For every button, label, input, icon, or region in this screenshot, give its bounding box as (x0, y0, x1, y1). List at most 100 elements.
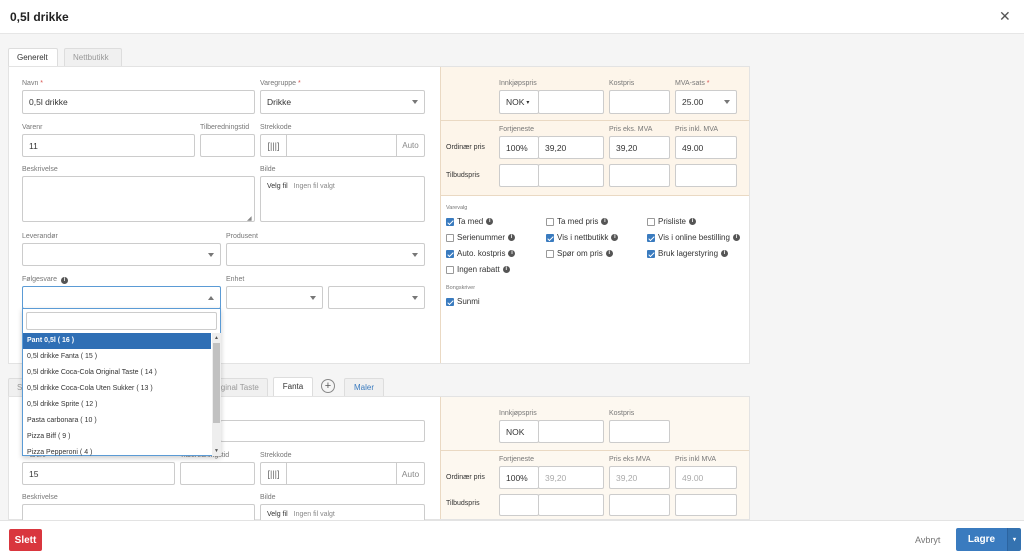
tab-variant-fanta[interactable]: Fanta (273, 377, 313, 397)
velg-fil-button[interactable]: Velg fil (267, 183, 288, 190)
dropdown-search-input[interactable] (26, 312, 217, 330)
save-button[interactable]: Lagre (956, 528, 1007, 551)
checkbox-icon[interactable] (446, 217, 454, 226)
barcode-icon[interactable]: [|||] (261, 463, 287, 484)
checkbox-icon[interactable] (446, 297, 454, 306)
dropdown-option[interactable]: Pizza Pepperoni ( 4 ) (23, 445, 211, 456)
tab-nettbutikk[interactable]: Nettbutikk (64, 48, 122, 66)
innkjopspris-input[interactable] (538, 90, 604, 114)
checkbox-ta-med-pris[interactable]: Ta med pris i (546, 217, 609, 226)
kostpris-input[interactable] (609, 90, 670, 114)
checkbox-bruk-lagerstyring[interactable]: Bruk lagerstyring i (647, 249, 729, 258)
variant-tilb-input[interactable] (180, 462, 255, 485)
checkbox-icon[interactable] (546, 233, 554, 242)
auto-button[interactable]: Auto (396, 135, 424, 156)
dropdown-option[interactable]: Pant 0,5l ( 16 ) (23, 333, 211, 349)
info-icon[interactable]: i (732, 234, 740, 241)
dropdown-option[interactable]: 0,5l drikke Coca-Cola Uten Sukker ( 13 ) (23, 381, 211, 397)
bilde-file-input[interactable]: Velg fil Ingen fil valgt (260, 176, 425, 222)
barcode-icon[interactable]: [|||] (261, 135, 287, 156)
variant-tilbud-1[interactable] (499, 494, 539, 516)
beskrivelse-textarea[interactable] (22, 176, 255, 222)
navn-input[interactable]: 0,5l drikke (22, 90, 255, 114)
checkbox-ingen-rabatt[interactable]: Ingen rabatt i (446, 265, 510, 274)
checkbox-vis-nettbutikk[interactable]: Vis i nettbutikk i (546, 233, 619, 242)
tab-variant-original[interactable]: iginal Taste (214, 378, 268, 396)
produsent-select[interactable] (226, 243, 425, 266)
enhet-select[interactable] (226, 286, 323, 309)
tilbud-eks-input[interactable] (609, 164, 670, 187)
variant-kostpris-input[interactable] (609, 420, 670, 443)
fortjeneste-input[interactable]: 100% (499, 136, 539, 159)
variant-innkjop-input[interactable] (538, 420, 604, 443)
ordinaer-kost-input[interactable]: 39,20 (538, 136, 604, 159)
tilbud-fortjeneste-input[interactable] (499, 164, 539, 187)
variant-strekkode-input[interactable]: [|||] Auto (260, 462, 425, 485)
scrollbar-thumb[interactable] (213, 343, 220, 423)
variant-tilbud-3[interactable] (609, 494, 670, 516)
info-icon[interactable]: i (508, 234, 516, 241)
checkbox-icon[interactable] (546, 217, 554, 226)
varegruppe-select[interactable]: Drikke (260, 90, 425, 114)
info-icon[interactable]: i (486, 218, 494, 225)
checkbox-spor-om-pris[interactable]: Spør om pris i (546, 249, 613, 258)
velg-fil-button[interactable]: Velg fil (267, 511, 288, 518)
info-icon[interactable]: i (721, 250, 729, 257)
checkbox-auto-kostpris[interactable]: Auto. kostpris i (446, 249, 516, 258)
dropdown-scrollbar[interactable]: ▲ ▼ (212, 333, 221, 456)
tilbud-inkl-input[interactable] (675, 164, 737, 187)
info-icon[interactable]: i (689, 218, 697, 225)
checkbox-icon[interactable] (546, 249, 554, 258)
leverandor-select[interactable] (22, 243, 221, 266)
enhet-select-2[interactable] (328, 286, 425, 309)
checkbox-serienummer[interactable]: Serienummer i (446, 233, 516, 242)
info-icon[interactable]: i (611, 234, 619, 241)
delete-button[interactable]: Slett (9, 529, 42, 551)
variant-eks-input[interactable]: 39,20 (609, 466, 670, 489)
info-icon[interactable]: i (508, 250, 516, 257)
mva-select[interactable]: 25.00 (675, 90, 737, 114)
dropdown-option[interactable]: 0,5l drikke Coca-Cola Original Taste ( 1… (23, 365, 211, 381)
save-options-icon[interactable]: ▾ (1007, 528, 1021, 551)
checkbox-vis-online[interactable]: Vis i online bestilling i (647, 233, 740, 242)
checkbox-icon[interactable] (647, 233, 655, 242)
variant-tilbud-4[interactable] (675, 494, 737, 516)
tilbud-kost-input[interactable] (538, 164, 604, 187)
checkbox-icon[interactable] (647, 217, 655, 226)
info-icon[interactable]: i (502, 266, 510, 273)
auto-button[interactable]: Auto (396, 463, 424, 484)
variant-navn-input[interactable] (220, 420, 425, 442)
variant-currency[interactable]: NOK (499, 420, 539, 443)
info-icon[interactable]: i (601, 218, 609, 225)
dropdown-option[interactable]: Pizza Biff ( 9 ) (23, 429, 211, 445)
pris-inkl-input[interactable]: 49.00 (675, 136, 737, 159)
strekkode-input[interactable]: [|||] Auto (260, 134, 425, 157)
checkbox-icon[interactable] (446, 233, 454, 242)
dropdown-option[interactable]: Pasta carbonara ( 10 ) (23, 413, 211, 429)
variant-varenr-input[interactable]: 15 (22, 462, 175, 485)
checkbox-icon[interactable] (446, 265, 454, 274)
info-icon[interactable]: i (60, 277, 68, 284)
checkbox-icon[interactable] (446, 249, 454, 258)
dropdown-option[interactable]: 0,5l drikke Sprite ( 12 ) (23, 397, 211, 413)
checkbox-icon[interactable] (647, 249, 655, 258)
info-icon[interactable]: i (605, 250, 613, 257)
checkbox-prisliste[interactable]: Prisliste i (647, 217, 697, 226)
variant-fortjeneste-input[interactable]: 100% (499, 466, 539, 489)
tilberedningstid-input[interactable] (200, 134, 255, 157)
checkbox-ta-med[interactable]: Ta med i (446, 217, 494, 226)
variant-inkl-input[interactable]: 49.00 (675, 466, 737, 489)
resize-handle-icon[interactable]: ◢ (247, 215, 252, 222)
tab-generelt[interactable]: Generelt (8, 48, 58, 67)
cancel-button[interactable]: Avbryt (915, 535, 940, 545)
variant-kost-input[interactable]: 39,20 (538, 466, 604, 489)
tab-maler[interactable]: Maler (344, 378, 384, 396)
dropdown-option[interactable]: 0,5l drikke Fanta ( 15 ) (23, 349, 211, 365)
add-variant-icon[interactable]: + (321, 379, 335, 393)
close-icon[interactable]: ✕ (999, 8, 1011, 25)
checkbox-sunmi[interactable]: Sunmi (446, 297, 480, 306)
folgesvare-select[interactable] (22, 286, 221, 309)
variant-tilbud-2[interactable] (538, 494, 604, 516)
pris-eks-input[interactable]: 39,20 (609, 136, 670, 159)
currency-select[interactable]: NOK ▾ (499, 90, 539, 114)
